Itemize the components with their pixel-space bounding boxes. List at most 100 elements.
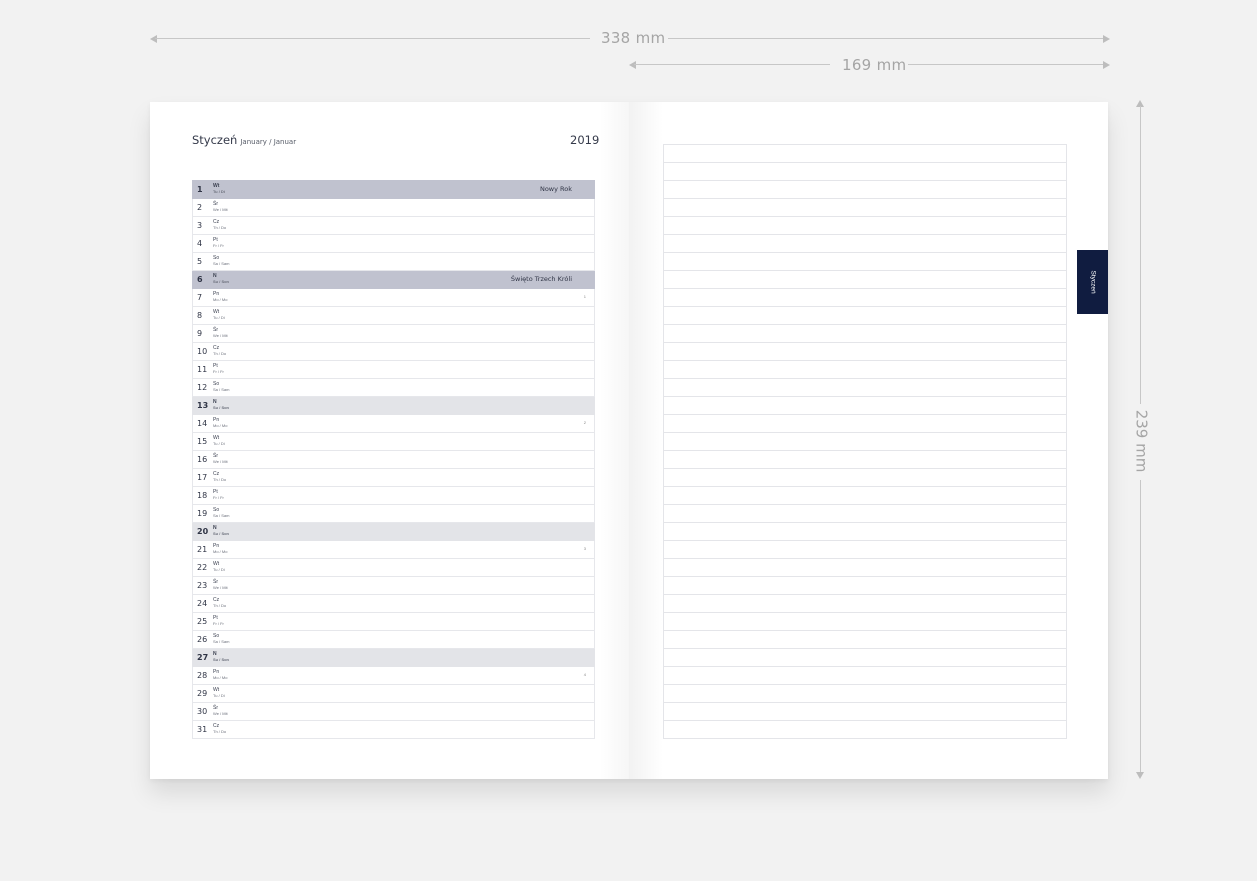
day-row[interactable]: 30 Śr We / Mit — [192, 703, 595, 721]
day-row[interactable]: 28 Pn Mo / Mo 4 — [192, 667, 595, 685]
note-line[interactable] — [664, 631, 1066, 649]
day-row[interactable]: 27 N Su / Son — [192, 649, 595, 667]
day-number: 5 — [197, 257, 203, 266]
month-tab-label: Styczeń — [1089, 270, 1096, 294]
note-line[interactable] — [664, 199, 1066, 217]
weekday-abbr: Pn Mo / Mo — [213, 417, 227, 429]
month-tab[interactable]: Styczeń — [1077, 250, 1108, 314]
day-row[interactable]: 18 Pt Fr / Fr — [192, 487, 595, 505]
day-row[interactable]: 12 So Sa / Sam — [192, 379, 595, 397]
day-row[interactable]: 9 Śr We / Mit — [192, 325, 595, 343]
day-row[interactable]: 1 Wt Tu / Di Nowy Rok — [192, 180, 595, 199]
note-line[interactable] — [664, 397, 1066, 415]
day-row[interactable]: 20 N Su / Son — [192, 523, 595, 541]
note-line[interactable] — [664, 307, 1066, 325]
right-page — [629, 102, 1108, 779]
day-row[interactable]: 31 Cz Th / Do — [192, 721, 595, 739]
dimension-line — [155, 38, 590, 39]
weekday-translation: We / Mit — [213, 585, 228, 590]
day-row[interactable]: 8 Wt Tu / Di — [192, 307, 595, 325]
note-line[interactable] — [664, 523, 1066, 541]
day-number: 25 — [197, 617, 208, 626]
note-line[interactable] — [664, 253, 1066, 271]
weekday-translation: Tu / Di — [213, 567, 225, 572]
note-line[interactable] — [664, 379, 1066, 397]
day-list: 1 Wt Tu / Di Nowy Rok 2 Śr We / Mit 3 Cz Th / Do 4… — [192, 180, 595, 739]
note-line[interactable] — [664, 667, 1066, 685]
note-line[interactable] — [664, 271, 1066, 289]
day-row[interactable]: 6 N Su / Son Święto Trzech Króli — [192, 271, 595, 289]
weekday-translation: Fr / Fr — [213, 243, 224, 248]
weekday-abbr: Śr We / Mit — [213, 705, 228, 717]
note-line[interactable] — [664, 343, 1066, 361]
day-number: 7 — [197, 293, 203, 302]
holiday-name: Nowy Rok — [539, 185, 572, 193]
note-line[interactable] — [664, 649, 1066, 667]
day-row[interactable]: 25 Pt Fr / Fr — [192, 613, 595, 631]
day-row[interactable]: 5 So Sa / Sam — [192, 253, 595, 271]
weekday-translation: Tu / Di — [213, 189, 225, 194]
note-line[interactable] — [664, 235, 1066, 253]
day-number: 8 — [197, 311, 203, 320]
note-line[interactable] — [664, 559, 1066, 577]
day-row[interactable]: 17 Cz Th / Do — [192, 469, 595, 487]
note-line[interactable] — [664, 469, 1066, 487]
width-label: 338 mm — [601, 29, 666, 47]
day-row[interactable]: 4 Pt Fr / Fr — [192, 235, 595, 253]
weekday-abbr: Śr We / Mit — [213, 453, 228, 465]
note-line[interactable] — [664, 595, 1066, 613]
month-translations: January / Januar — [240, 138, 297, 146]
day-row[interactable]: 15 Wt Tu / Di — [192, 433, 595, 451]
day-row[interactable]: 21 Pn Mo / Mo 3 — [192, 541, 595, 559]
note-line[interactable] — [664, 433, 1066, 451]
day-row[interactable]: 26 So Sa / Sam — [192, 631, 595, 649]
day-row[interactable]: 24 Cz Th / Do — [192, 595, 595, 613]
note-line[interactable] — [664, 487, 1066, 505]
weekday-translation: Su / Son — [213, 405, 229, 410]
note-line[interactable] — [664, 415, 1066, 433]
day-row[interactable]: 22 Wt Tu / Di — [192, 559, 595, 577]
note-line[interactable] — [664, 145, 1066, 163]
note-line[interactable] — [664, 541, 1066, 559]
note-line[interactable] — [664, 685, 1066, 703]
day-number: 4 — [197, 239, 203, 248]
weekday-translation: Tu / Di — [213, 315, 225, 320]
day-row[interactable]: 19 So Sa / Sam — [192, 505, 595, 523]
day-number: 15 — [197, 437, 208, 446]
weekday-abbr: N Su / Son — [213, 651, 229, 663]
note-line[interactable] — [664, 703, 1066, 721]
note-line[interactable] — [664, 613, 1066, 631]
day-row[interactable]: 2 Śr We / Mit — [192, 199, 595, 217]
note-line[interactable] — [664, 325, 1066, 343]
dimension-line — [1140, 480, 1141, 772]
note-line[interactable] — [664, 577, 1066, 595]
month-name: Styczeń — [192, 133, 238, 147]
weekday-abbr: N Su / Son — [213, 273, 229, 285]
day-row[interactable]: 11 Pt Fr / Fr — [192, 361, 595, 379]
note-line[interactable] — [664, 451, 1066, 469]
day-number: 29 — [197, 689, 208, 698]
day-row[interactable]: 23 Śr We / Mit — [192, 577, 595, 595]
weekday-abbr: So Sa / Sam — [213, 255, 229, 267]
day-row[interactable]: 29 Wt Tu / Di — [192, 685, 595, 703]
day-number: 16 — [197, 455, 208, 464]
day-row[interactable]: 13 N Su / Son — [192, 397, 595, 415]
day-row[interactable]: 7 Pn Mo / Mo 1 — [192, 289, 595, 307]
day-number: 18 — [197, 491, 208, 500]
day-row[interactable]: 3 Cz Th / Do — [192, 217, 595, 235]
note-line[interactable] — [664, 721, 1066, 739]
weekday-abbr: N Su / Son — [213, 525, 229, 537]
note-line[interactable] — [664, 361, 1066, 379]
note-line[interactable] — [664, 181, 1066, 199]
note-line[interactable] — [664, 163, 1066, 181]
day-row[interactable]: 16 Śr We / Mit — [192, 451, 595, 469]
note-line[interactable] — [664, 289, 1066, 307]
day-row[interactable]: 10 Cz Th / Do — [192, 343, 595, 361]
day-row[interactable]: 14 Pn Mo / Mo 2 — [192, 415, 595, 433]
note-lines — [663, 144, 1067, 739]
weekday-translation: Th / Do — [213, 729, 227, 734]
note-line[interactable] — [664, 217, 1066, 235]
weekday-abbr: Pt Fr / Fr — [213, 363, 224, 375]
note-line[interactable] — [664, 505, 1066, 523]
left-page: Styczeń January / Januar 2019 1 Wt Tu / Di N… — [150, 102, 629, 779]
